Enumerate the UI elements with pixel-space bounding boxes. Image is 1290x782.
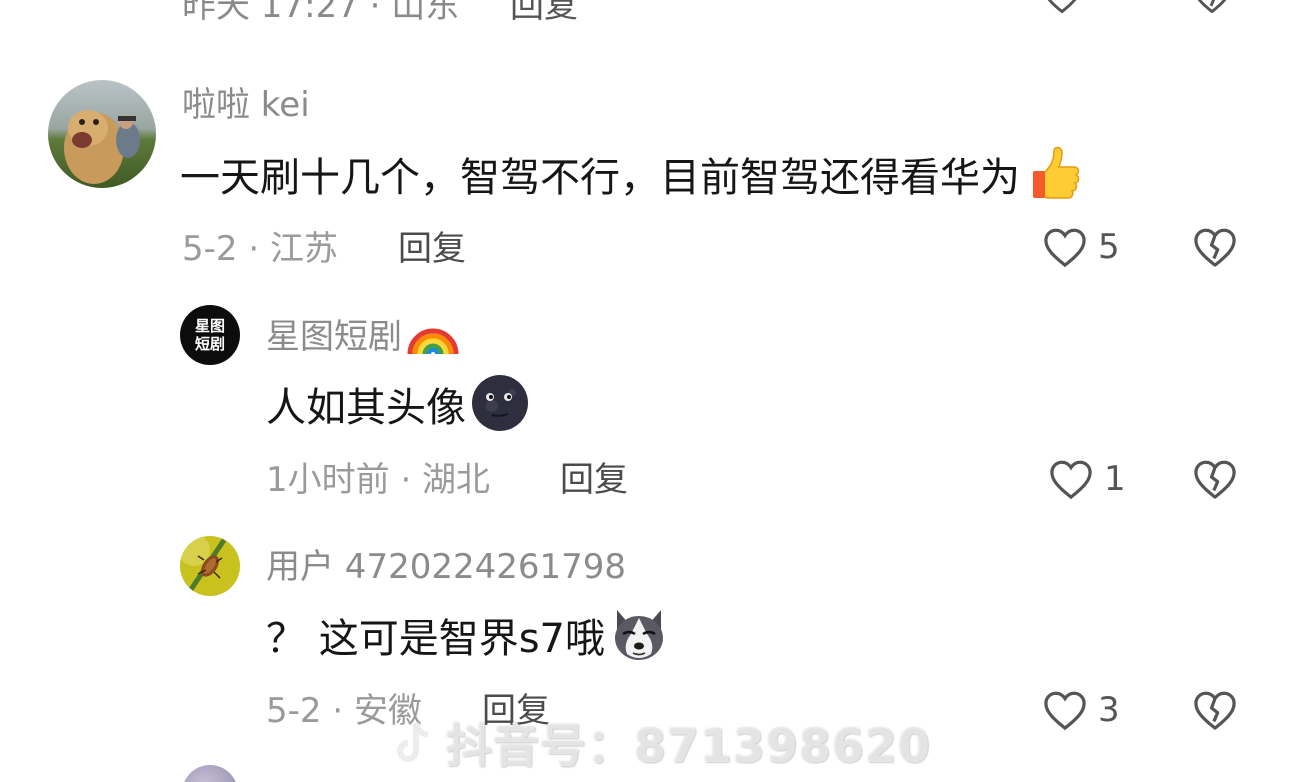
previous-comment-footer: 昨天 17:27 · 山东 回复 (182, 0, 1290, 26)
username-text: 星图短剧 (266, 317, 402, 357)
reply-button[interactable]: 回复 (510, 0, 578, 27)
broken-heart-icon (1194, 228, 1236, 267)
dislike-button[interactable] (1192, 0, 1232, 23)
heart-icon (1047, 0, 1077, 14)
rainbow-emoji-icon (407, 328, 459, 354)
username[interactable]: 用户 4720224261798 (266, 550, 626, 584)
comment-text-content: ？ 这可是智界s7哦 (266, 616, 606, 662)
comment-meta: 1小时前 · 湖北 (266, 460, 491, 500)
reply-button[interactable]: 回复 (560, 463, 628, 497)
like-button[interactable] (1042, 0, 1082, 23)
username[interactable]: 星图短剧 (266, 320, 460, 356)
broken-heart-icon (1194, 691, 1236, 730)
thumbs-up-emoji-icon (1033, 146, 1080, 199)
username[interactable]: 啦啦 kei (182, 88, 310, 122)
new-moon-face-emoji-icon (472, 375, 528, 431)
heart-icon (1044, 691, 1086, 731)
like-button[interactable]: 3 (1042, 689, 1120, 731)
like-count: 1 (1104, 459, 1126, 499)
comment-text-content: 人如其头像 (266, 385, 466, 431)
tiktok-logo-icon (397, 722, 429, 762)
comment-text: 一天刷十几个，智驾不行，目前智驾还得看华为 (180, 146, 1084, 203)
comment-text: 人如其头像 (266, 375, 530, 433)
dog-photo-avatar-image (48, 80, 156, 188)
dislike-button[interactable] (1192, 689, 1238, 735)
like-button[interactable]: 5 (1042, 226, 1120, 268)
like-button[interactable]: 1 (1048, 458, 1126, 500)
heart-icon (1050, 460, 1092, 500)
watermark-text: 抖音号：871398620 (446, 719, 932, 773)
broken-heart-icon (1194, 460, 1236, 499)
comment-text-content: 一天刷十几个，智驾不行，目前智驾还得看华为 (180, 155, 1020, 201)
avatar[interactable]: 星图 短剧 (180, 305, 240, 365)
avatar[interactable] (180, 536, 240, 596)
watermark: 抖音号：871398620 (392, 710, 931, 776)
broken-heart-icon (1197, 0, 1227, 14)
like-count: 3 (1098, 690, 1120, 730)
insect-photo-avatar-image (180, 536, 240, 596)
comment-meta: 昨天 17:27 · 山东 (182, 0, 460, 26)
dislike-button[interactable] (1192, 226, 1238, 272)
comment-text: ？ 这可是智界s7哦 (266, 610, 669, 664)
comment-section: 昨天 17:27 · 山东 回复 啦啦 kei 一天刷十几个，智驾不行，目前智驾… (0, 0, 1290, 782)
like-count: 5 (1098, 227, 1120, 267)
dislike-button[interactable] (1192, 458, 1238, 504)
avatar[interactable] (182, 765, 238, 782)
heart-icon (1044, 228, 1086, 268)
avatar-text-line-1: 星图 (194, 317, 225, 335)
comment-meta: 5-2 · 江苏 (182, 229, 338, 269)
reply-button[interactable]: 回复 (398, 232, 466, 266)
husky-dog-face-emoji-icon (615, 610, 664, 660)
avatar-text-line-2: 短剧 (194, 335, 225, 353)
avatar[interactable] (48, 80, 156, 188)
